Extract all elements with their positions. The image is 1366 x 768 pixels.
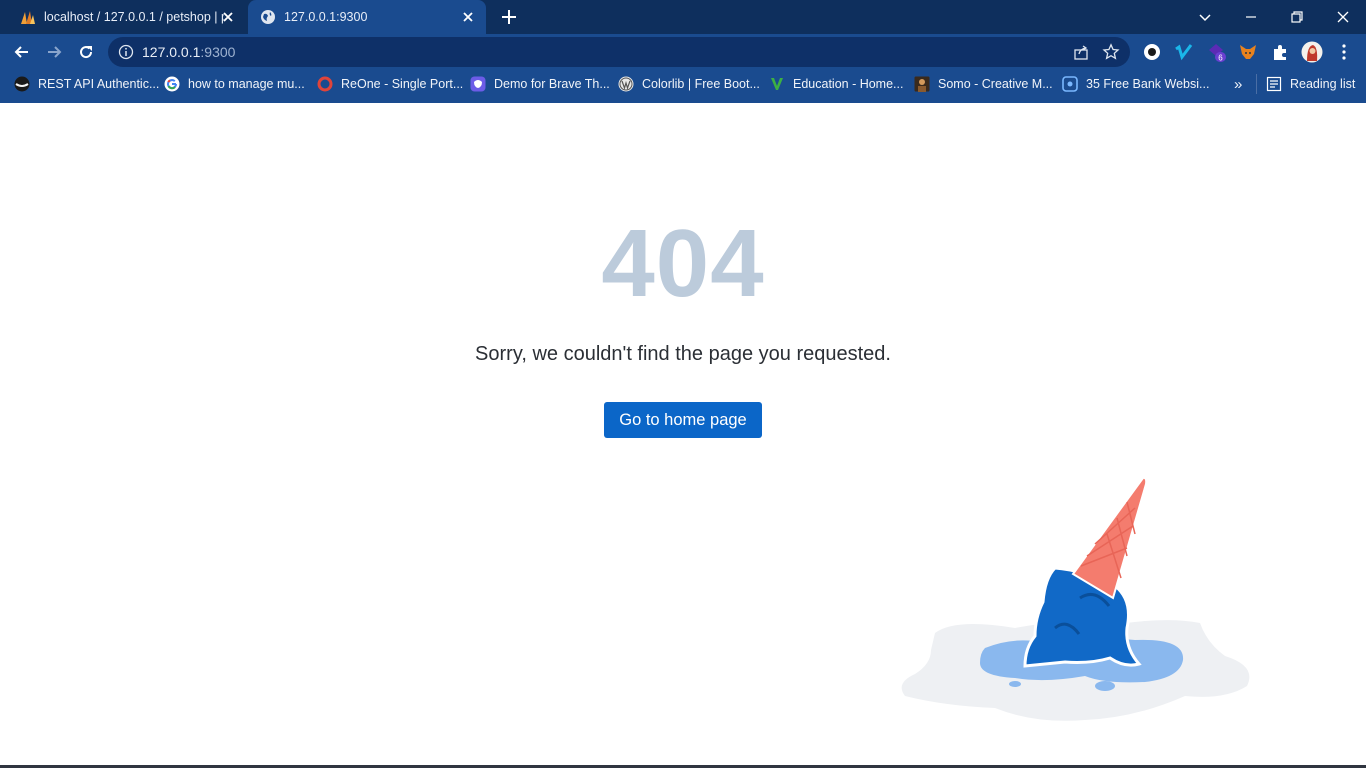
page-content: 404 Sorry, we couldn't find the page you… (0, 103, 1366, 768)
go-home-button[interactable]: Go to home page (604, 402, 762, 438)
tab-strip: localhost / 127.0.0.1 / petshop | p 127.… (0, 0, 1366, 34)
extension-badge-icon[interactable]: 6 (1206, 42, 1226, 62)
profile-avatar-icon[interactable] (1301, 41, 1323, 63)
reload-icon[interactable] (76, 42, 96, 62)
new-tab-icon[interactable] (500, 8, 518, 26)
menu-dots-icon[interactable] (1334, 42, 1354, 62)
close-tab-icon[interactable] (460, 9, 476, 25)
reading-list-button[interactable]: Reading list (1266, 75, 1355, 93)
bookmark-label: REST API Authentic... (38, 77, 160, 91)
restore-icon[interactable] (1286, 6, 1308, 28)
bookmark-label: Education - Home... (793, 77, 904, 91)
vimeo-icon[interactable] (1174, 42, 1194, 62)
google-icon (164, 76, 180, 92)
share-icon[interactable] (1072, 43, 1090, 61)
reading-list-label: Reading list (1290, 77, 1356, 91)
bookmark-label: how to manage mu... (188, 77, 305, 91)
bookmark-star-icon[interactable] (1102, 43, 1120, 61)
extension-round-icon[interactable] (1142, 42, 1162, 62)
error-code: 404 (601, 210, 765, 317)
bookmark-label: ReOne - Single Port... (341, 77, 464, 91)
bookmarks-bar: REST API Authentic... how to manage mu..… (0, 70, 1366, 98)
bookmark-colorlib[interactable]: Colorlib | Free Boot... (618, 75, 760, 93)
phpmyadmin-icon (21, 11, 35, 24)
bookmark-label: Somo - Creative M... (938, 77, 1053, 91)
melted-ice-cream-illustration (901, 478, 1250, 721)
bookmark-35-free-bank[interactable]: 35 Free Bank Websi... (1062, 75, 1209, 93)
portrait-icon (914, 76, 930, 92)
forward-arrow-icon[interactable] (44, 42, 64, 62)
green-leaf-icon (771, 78, 783, 90)
globe-icon (261, 10, 275, 24)
bookmark-rest-api[interactable]: REST API Authentic... (14, 75, 159, 93)
url-text: 127.0.0.1:9300 (142, 44, 235, 60)
bookmark-how-to-manage[interactable]: how to manage mu... (164, 75, 305, 93)
bookmark-label: 35 Free Bank Websi... (1086, 77, 1210, 91)
blue-square-icon (1062, 76, 1078, 92)
site-info-icon[interactable] (118, 44, 134, 60)
bookmark-reone[interactable]: ReOne - Single Port... (317, 75, 463, 93)
address-bar[interactable]: 127.0.0.1:9300 (108, 37, 1130, 67)
url-host: 127.0.0.1 (142, 44, 201, 60)
close-tab-icon[interactable] (220, 9, 236, 25)
close-window-icon[interactable] (1332, 6, 1354, 28)
bookmark-somo[interactable]: Somo - Creative M... (914, 75, 1053, 93)
tab-title: 127.0.0.1:9300 (284, 10, 368, 24)
tab-title: localhost / 127.0.0.1 / petshop | p (44, 10, 224, 24)
url-port: :9300 (200, 44, 236, 60)
bookmark-demo-brave[interactable]: Demo for Brave Th... (470, 75, 610, 93)
toolbar: 127.0.0.1:9300 6 (0, 34, 1366, 70)
bookmark-label: Colorlib | Free Boot... (642, 77, 760, 91)
bookmarks-overflow-button[interactable]: » (1234, 75, 1242, 93)
red-ring-icon (317, 76, 333, 92)
purple-app-icon (470, 76, 486, 92)
bookmark-education[interactable]: Education - Home... (769, 75, 903, 93)
dark-circle-icon (14, 76, 30, 92)
back-arrow-icon[interactable] (12, 42, 32, 62)
error-message: Sorry, we couldn't find the page you req… (475, 343, 891, 365)
wordpress-icon (618, 76, 634, 92)
tab-phpmyadmin[interactable]: localhost / 127.0.0.1 / petshop | p (8, 0, 246, 34)
tab-search-icon[interactable] (1194, 6, 1216, 28)
minimize-icon[interactable] (1240, 6, 1262, 28)
bookmark-label: Demo for Brave Th... (494, 77, 610, 91)
browser-chrome: localhost / 127.0.0.1 / petshop | p 127.… (0, 0, 1366, 103)
extensions-puzzle-icon[interactable] (1270, 42, 1290, 62)
reading-list-icon (1266, 76, 1282, 92)
extension-badge-count: 6 (1218, 54, 1223, 63)
tab-localhost-9300[interactable]: 127.0.0.1:9300 (248, 0, 486, 34)
bookmarks-separator (1256, 74, 1257, 94)
metamask-fox-icon[interactable] (1238, 42, 1258, 62)
